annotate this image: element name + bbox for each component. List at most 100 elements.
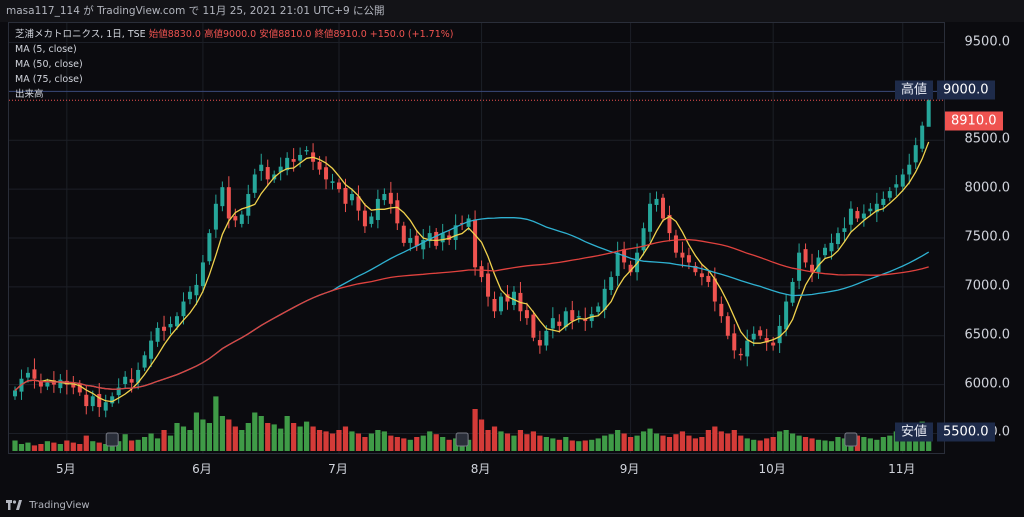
volume-bar-116 bbox=[764, 438, 770, 451]
legend-ma5[interactable]: MA (5, close) bbox=[15, 42, 454, 57]
candle-body-107 bbox=[706, 275, 711, 282]
volume-bar-8 bbox=[64, 440, 70, 451]
candle-body-25 bbox=[175, 316, 179, 327]
candle-body-102 bbox=[673, 235, 678, 253]
legend-volume[interactable]: 出来高 bbox=[15, 87, 454, 102]
chart-pane[interactable]: 芝浦メカトロニクス, 1日, TSE 始値8830.0 高値9000.0 安値8… bbox=[8, 22, 945, 454]
time-tick-label-1: 6月 bbox=[192, 462, 212, 476]
candle-body-126 bbox=[829, 242, 834, 252]
candle-body-115 bbox=[758, 330, 763, 336]
volume-bar-120 bbox=[790, 433, 796, 451]
candle-body-128 bbox=[842, 228, 847, 232]
volume-bar-126 bbox=[828, 441, 835, 451]
candle-body-17 bbox=[123, 376, 128, 385]
volume-bar-32 bbox=[219, 416, 225, 451]
publish-info-bar: masa117_114 が TradingView.com で 11月 25, … bbox=[0, 0, 1024, 22]
time-tick-label-3: 8月 bbox=[470, 462, 491, 476]
volume-bar-118 bbox=[777, 431, 783, 451]
volume-bar-114 bbox=[751, 439, 757, 451]
time-axis[interactable]: 5月 6月 7月 8月 9月 10月 11月 bbox=[8, 454, 945, 482]
volume-bar-41 bbox=[278, 428, 284, 451]
volume-bar-107 bbox=[705, 430, 711, 451]
volume-bar-43 bbox=[291, 423, 297, 451]
candle-body-22 bbox=[155, 327, 160, 342]
candle-body-37 bbox=[252, 174, 257, 193]
volume-bar-111 bbox=[731, 430, 737, 451]
volume-bar-20 bbox=[142, 437, 148, 451]
last-price-label: 8910.0 bbox=[945, 111, 1003, 131]
volume-bar-83 bbox=[550, 438, 556, 451]
volume-bar-22 bbox=[154, 438, 161, 451]
candle-body-11 bbox=[84, 394, 89, 407]
candle-body-60 bbox=[401, 225, 406, 243]
volume-bar-10 bbox=[77, 444, 83, 451]
candle-body-34 bbox=[233, 216, 238, 221]
time-tick-label-4: 9月 bbox=[619, 462, 640, 476]
volume-bar-103 bbox=[679, 431, 686, 451]
candle-body-3 bbox=[32, 369, 37, 379]
candle-body-83 bbox=[550, 318, 555, 329]
price-tick-label-1: 8500.0 bbox=[964, 131, 1011, 147]
price-tick-label-5: 6500.0 bbox=[964, 327, 1011, 343]
earnings-marker-2 bbox=[844, 432, 858, 447]
candle-body-93 bbox=[615, 252, 620, 276]
price-axis[interactable]: 9500.0 8500.0 8000.0 7500.0 7000.0 6500.0 6000… bbox=[895, 22, 1024, 454]
candle-body-99 bbox=[654, 198, 659, 205]
candle-body-127 bbox=[835, 233, 840, 245]
volume-bar-64 bbox=[427, 431, 433, 451]
candle-body-2 bbox=[25, 372, 30, 378]
volume-bar-39 bbox=[265, 423, 271, 451]
price-tick-label-4: 7000.0 bbox=[964, 278, 1011, 294]
earnings-marker-box-0 bbox=[105, 432, 119, 447]
volume-bar-2 bbox=[25, 442, 31, 451]
candle-body-119 bbox=[784, 301, 789, 330]
volume-bar-82 bbox=[543, 437, 549, 451]
volume-bar-113 bbox=[744, 438, 750, 451]
volume-bar-5 bbox=[44, 441, 50, 451]
candle-body-98 bbox=[648, 203, 653, 232]
legend-symbol-row[interactable]: 芝浦メカトロニクス, 1日, TSE 始値8830.0 高値9000.0 安値8… bbox=[15, 27, 454, 42]
candle-body-12 bbox=[90, 396, 95, 407]
candle-body-103 bbox=[680, 252, 685, 258]
volume-bar-90 bbox=[595, 438, 601, 451]
candle-body-35 bbox=[239, 214, 244, 224]
candle-body-135 bbox=[887, 191, 892, 198]
volume-bar-92 bbox=[608, 434, 614, 451]
candle-body-73 bbox=[486, 273, 491, 297]
volume-bar-94 bbox=[621, 433, 627, 451]
candle-body-55 bbox=[369, 216, 374, 224]
candle-body-109 bbox=[719, 303, 724, 317]
candle-body-33 bbox=[226, 187, 231, 219]
high-price-label-value: 9000.0 bbox=[937, 80, 995, 100]
candle-body-23 bbox=[162, 326, 167, 331]
candle-body-50 bbox=[337, 182, 341, 190]
candle-body-18 bbox=[129, 379, 134, 383]
volume-bar-121 bbox=[796, 435, 802, 451]
volume-bar-119 bbox=[783, 430, 789, 451]
volume-bar-122 bbox=[802, 437, 809, 451]
candle-body-132 bbox=[868, 208, 873, 212]
volume-bar-13 bbox=[96, 442, 102, 451]
volume-bar-42 bbox=[284, 416, 290, 451]
volume-bar-65 bbox=[433, 434, 439, 451]
volume-bar-101 bbox=[666, 437, 673, 451]
candle-body-14 bbox=[103, 402, 108, 411]
candle-body-121 bbox=[797, 252, 802, 281]
candle-body-106 bbox=[699, 273, 704, 278]
volume-bar-124 bbox=[815, 439, 822, 451]
volume-bar-56 bbox=[375, 430, 381, 451]
volume-bar-47 bbox=[316, 430, 323, 451]
volume-bar-61 bbox=[407, 439, 413, 451]
volume-bar-33 bbox=[226, 419, 232, 451]
low-price-label: 安値 5500.0 bbox=[895, 422, 995, 442]
candle-body-15 bbox=[110, 396, 115, 404]
legend-ma75[interactable]: MA (75, close) bbox=[15, 72, 454, 87]
legend-symbol: 芝浦メカトロニクス, 1日, TSE bbox=[15, 29, 146, 40]
volume-bar-74 bbox=[491, 426, 498, 451]
volume-bar-87 bbox=[576, 441, 582, 451]
candle-body-131 bbox=[861, 213, 866, 219]
volume-bar-0 bbox=[12, 440, 18, 451]
volume-bar-86 bbox=[569, 440, 575, 451]
volume-bar-106 bbox=[699, 437, 705, 451]
legend-ma50[interactable]: MA (50, close) bbox=[15, 57, 454, 72]
